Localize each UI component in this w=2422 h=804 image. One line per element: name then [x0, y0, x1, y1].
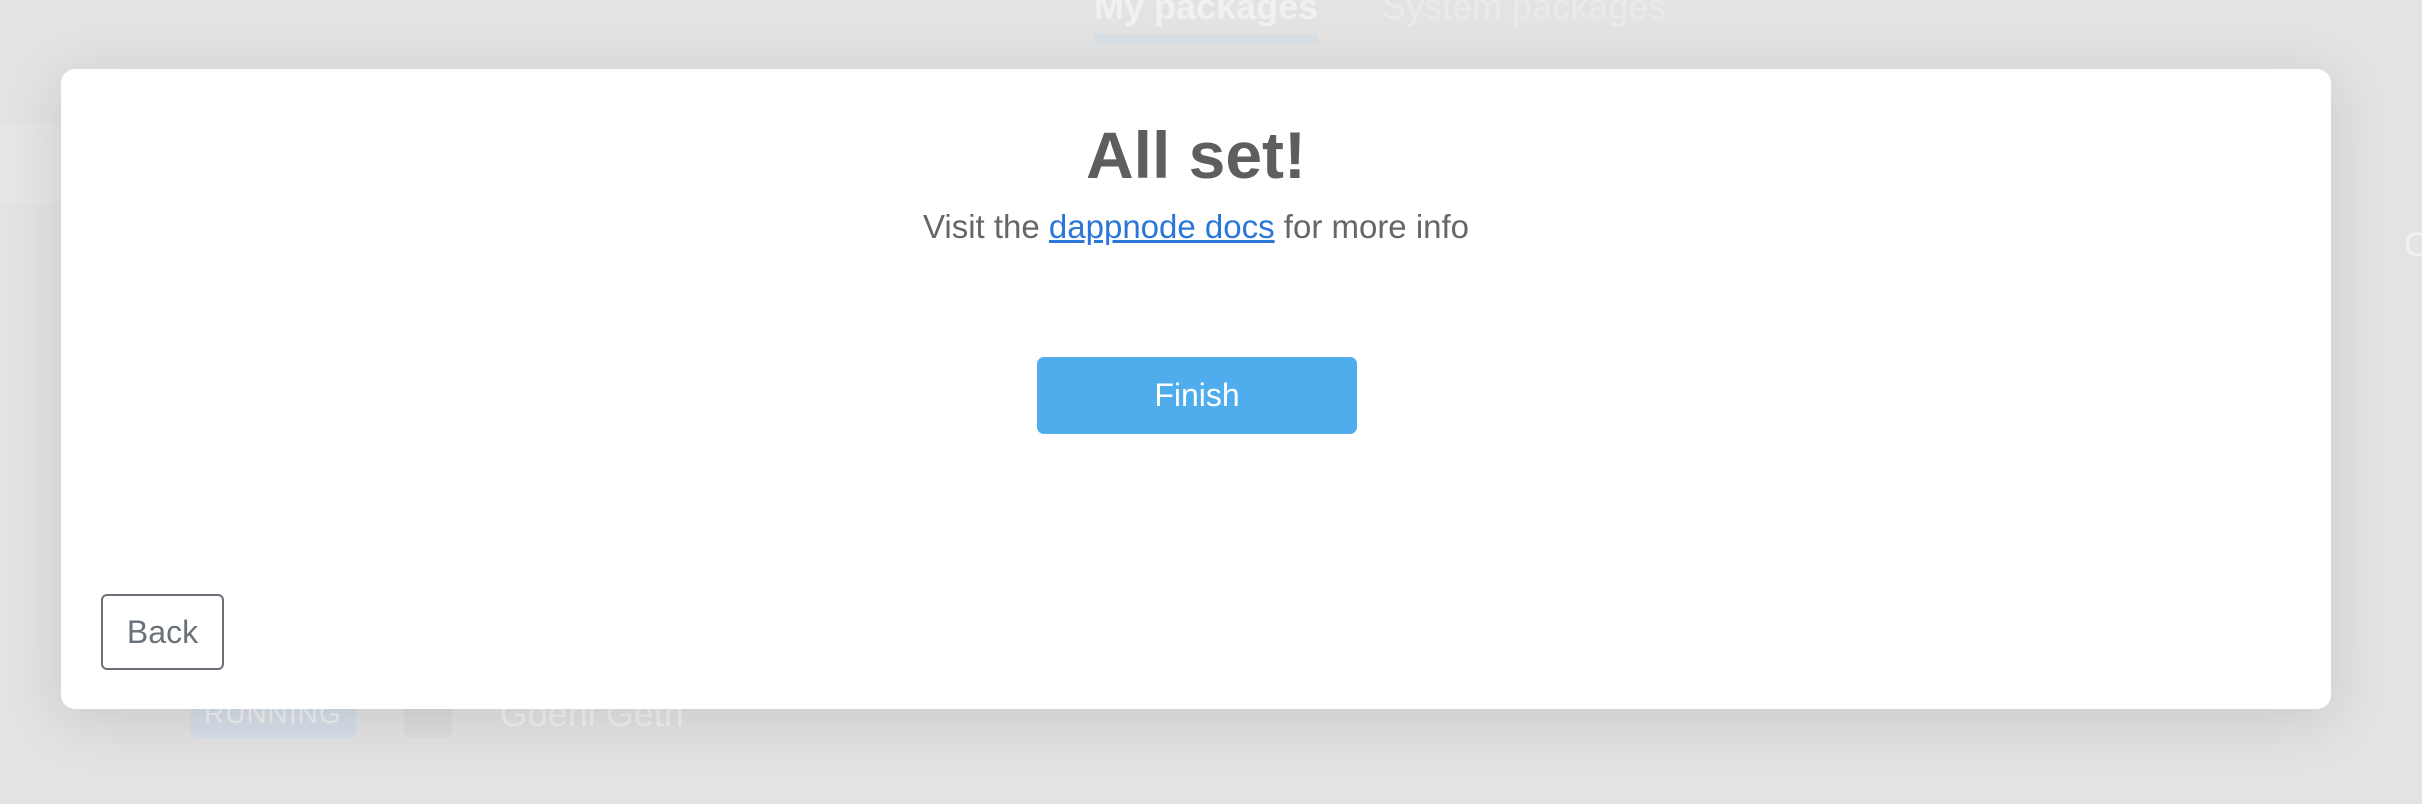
setup-complete-modal: All set! Visit the dappnode docs for mor…	[61, 69, 2331, 709]
subtitle-suffix: for more info	[1283, 208, 1470, 245]
back-button[interactable]: Back	[101, 594, 224, 670]
subtitle-prefix: Visit the	[922, 208, 1040, 245]
dappnode-docs-link[interactable]: dappnode docs	[1049, 208, 1275, 245]
modal-title: All set!	[1085, 118, 1307, 192]
finish-button[interactable]: Finish	[1037, 357, 1357, 434]
modal-subtitle: Visit the dappnode docs for more info	[61, 208, 2331, 246]
